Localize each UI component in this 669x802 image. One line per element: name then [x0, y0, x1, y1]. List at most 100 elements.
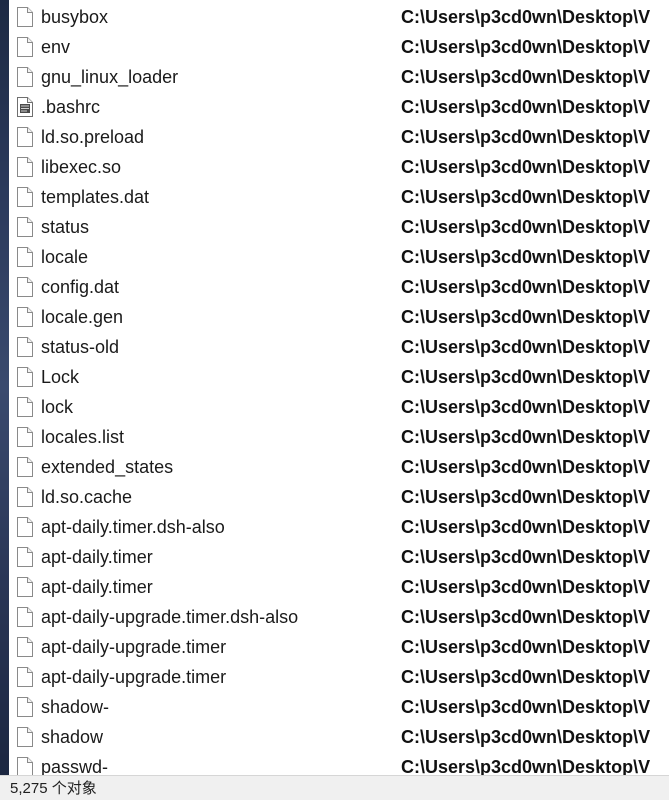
file-name: config.dat	[41, 277, 120, 297]
file-path: C:\Users\p3cd0wn\Desktop\V	[401, 67, 651, 87]
file-icon	[17, 307, 33, 327]
file-path: C:\Users\p3cd0wn\Desktop\V	[401, 667, 651, 687]
file-row[interactable]: apt-daily.timer C:\Users\p3cd0wn\Desktop\…	[9, 572, 669, 602]
file-path: C:\Users\p3cd0wn\Desktop\V	[401, 487, 651, 507]
file-row[interactable]: locale C:\Users\p3cd0wn\Desktop\V	[9, 242, 669, 272]
file-path: C:\Users\p3cd0wn\Desktop\V	[401, 247, 651, 267]
file-path: C:\Users\p3cd0wn\Desktop\V	[401, 397, 651, 417]
file-path: C:\Users\p3cd0wn\Desktop\V	[401, 577, 651, 597]
item-count: 5,275 个对象	[10, 780, 97, 797]
file-name: apt-daily.timer.dsh-also	[41, 517, 225, 537]
file-row[interactable]: busybox C:\Users\p3cd0wn\Desktop\V	[9, 2, 669, 32]
text-file-icon	[17, 97, 33, 117]
file-row[interactable]: .bashrc C:\Users\p3cd0wn\Desktop\V	[9, 92, 669, 122]
file-row[interactable]: shadow C:\Users\p3cd0wn\Desktop\V	[9, 722, 669, 752]
file-path: C:\Users\p3cd0wn\Desktop\V	[401, 457, 651, 477]
file-icon	[17, 697, 33, 717]
file-path: C:\Users\p3cd0wn\Desktop\V	[401, 637, 651, 657]
file-path: C:\Users\p3cd0wn\Desktop\V	[401, 367, 651, 387]
file-row[interactable]: Lock C:\Users\p3cd0wn\Desktop\V	[9, 362, 669, 392]
file-name: busybox	[41, 7, 109, 27]
file-path: C:\Users\p3cd0wn\Desktop\V	[401, 697, 651, 717]
file-icon	[17, 517, 33, 537]
file-icon	[17, 547, 33, 567]
file-icon	[17, 577, 33, 597]
file-row[interactable]: templates.dat C:\Users\p3cd0wn\Desktop\V	[9, 182, 669, 212]
file-path: C:\Users\p3cd0wn\Desktop\V	[401, 127, 651, 147]
file-icon	[17, 397, 33, 417]
file-icon	[17, 127, 33, 147]
status-bar: 5,275 个对象	[0, 775, 669, 800]
file-row[interactable]: extended_states C:\Users\p3cd0wn\Desktop\…	[9, 452, 669, 482]
file-row[interactable]: status C:\Users\p3cd0wn\Desktop\V	[9, 212, 669, 242]
file-row[interactable]: apt-daily-upgrade.timer C:\Users\p3cd0wn\…	[9, 662, 669, 692]
file-row[interactable]: ld.so.cache C:\Users\p3cd0wn\Desktop\V	[9, 482, 669, 512]
file-name: .bashrc	[41, 97, 101, 117]
file-name: templates.dat	[41, 187, 150, 207]
file-row[interactable]: passwd- C:\Users\p3cd0wn\Desktop\V	[9, 752, 669, 775]
file-name: env	[41, 37, 71, 57]
file-name: extended_states	[41, 457, 174, 477]
file-row[interactable]: lock C:\Users\p3cd0wn\Desktop\V	[9, 392, 669, 422]
file-icon	[17, 217, 33, 237]
file-path: C:\Users\p3cd0wn\Desktop\V	[401, 187, 651, 207]
file-icon	[17, 187, 33, 207]
file-name: status	[41, 217, 90, 237]
file-row[interactable]: apt-daily-upgrade.timer.dsh-also C:\Users…	[9, 602, 669, 632]
file-list[interactable]: busybox C:\Users\p3cd0wn\Desktop\V env C:\U…	[9, 2, 669, 775]
file-name: shadow	[41, 727, 104, 747]
file-path: C:\Users\p3cd0wn\Desktop\V	[401, 757, 651, 775]
file-name: apt-daily-upgrade.timer.dsh-also	[41, 607, 299, 627]
file-name: apt-daily-upgrade.timer	[41, 637, 227, 657]
file-name: apt-daily.timer	[41, 547, 153, 567]
file-name: apt-daily.timer	[41, 577, 153, 597]
file-row[interactable]: gnu_linux_loader C:\Users\p3cd0wn\Desktop…	[9, 62, 669, 92]
file-icon	[17, 157, 33, 177]
file-icon	[17, 337, 33, 357]
file-name: passwd-	[41, 757, 109, 775]
file-path: C:\Users\p3cd0wn\Desktop\V	[401, 517, 651, 537]
file-name: shadow-	[41, 697, 110, 717]
file-icon	[17, 637, 33, 657]
file-icon	[17, 277, 33, 297]
file-path: C:\Users\p3cd0wn\Desktop\V	[401, 727, 651, 747]
file-icon	[17, 667, 33, 687]
file-path: C:\Users\p3cd0wn\Desktop\V	[401, 97, 651, 117]
file-icon	[17, 757, 33, 775]
file-name: ld.so.cache	[41, 487, 133, 507]
file-icon	[17, 607, 33, 627]
file-row[interactable]: apt-daily.timer.dsh-also C:\Users\p3cd0wn…	[9, 512, 669, 542]
file-icon	[17, 727, 33, 747]
file-icon	[17, 7, 33, 27]
file-icon	[17, 457, 33, 477]
window-left-edge	[0, 0, 9, 775]
file-icon	[17, 367, 33, 387]
file-name: Lock	[41, 367, 80, 387]
file-row[interactable]: config.dat C:\Users\p3cd0wn\Desktop\V	[9, 272, 669, 302]
file-row[interactable]: apt-daily.timer C:\Users\p3cd0wn\Desktop\…	[9, 542, 669, 572]
file-name: lock	[41, 397, 74, 417]
file-row[interactable]: ld.so.preload C:\Users\p3cd0wn\Desktop\V	[9, 122, 669, 152]
file-path: C:\Users\p3cd0wn\Desktop\V	[401, 217, 651, 237]
file-row[interactable]: apt-daily-upgrade.timer C:\Users\p3cd0wn\…	[9, 632, 669, 662]
file-path: C:\Users\p3cd0wn\Desktop\V	[401, 337, 651, 357]
file-row[interactable]: libexec.so C:\Users\p3cd0wn\Desktop\V	[9, 152, 669, 182]
file-icon	[17, 487, 33, 507]
file-row[interactable]: shadow- C:\Users\p3cd0wn\Desktop\V	[9, 692, 669, 722]
file-icon	[17, 247, 33, 267]
file-path: C:\Users\p3cd0wn\Desktop\V	[401, 547, 651, 567]
file-row[interactable]: locales.list C:\Users\p3cd0wn\Desktop\V	[9, 422, 669, 452]
file-icon	[17, 67, 33, 87]
file-name: status-old	[41, 337, 120, 357]
file-name: apt-daily-upgrade.timer	[41, 667, 227, 687]
file-name: locales.list	[41, 427, 125, 447]
file-name: libexec.so	[41, 157, 122, 177]
file-row[interactable]: locale.gen C:\Users\p3cd0wn\Desktop\V	[9, 302, 669, 332]
file-row[interactable]: env C:\Users\p3cd0wn\Desktop\V	[9, 32, 669, 62]
file-icon	[17, 37, 33, 57]
file-name: gnu_linux_loader	[41, 67, 179, 87]
file-path: C:\Users\p3cd0wn\Desktop\V	[401, 307, 651, 327]
file-path: C:\Users\p3cd0wn\Desktop\V	[401, 37, 651, 57]
file-row[interactable]: status-old C:\Users\p3cd0wn\Desktop\V	[9, 332, 669, 362]
file-path: C:\Users\p3cd0wn\Desktop\V	[401, 277, 651, 297]
